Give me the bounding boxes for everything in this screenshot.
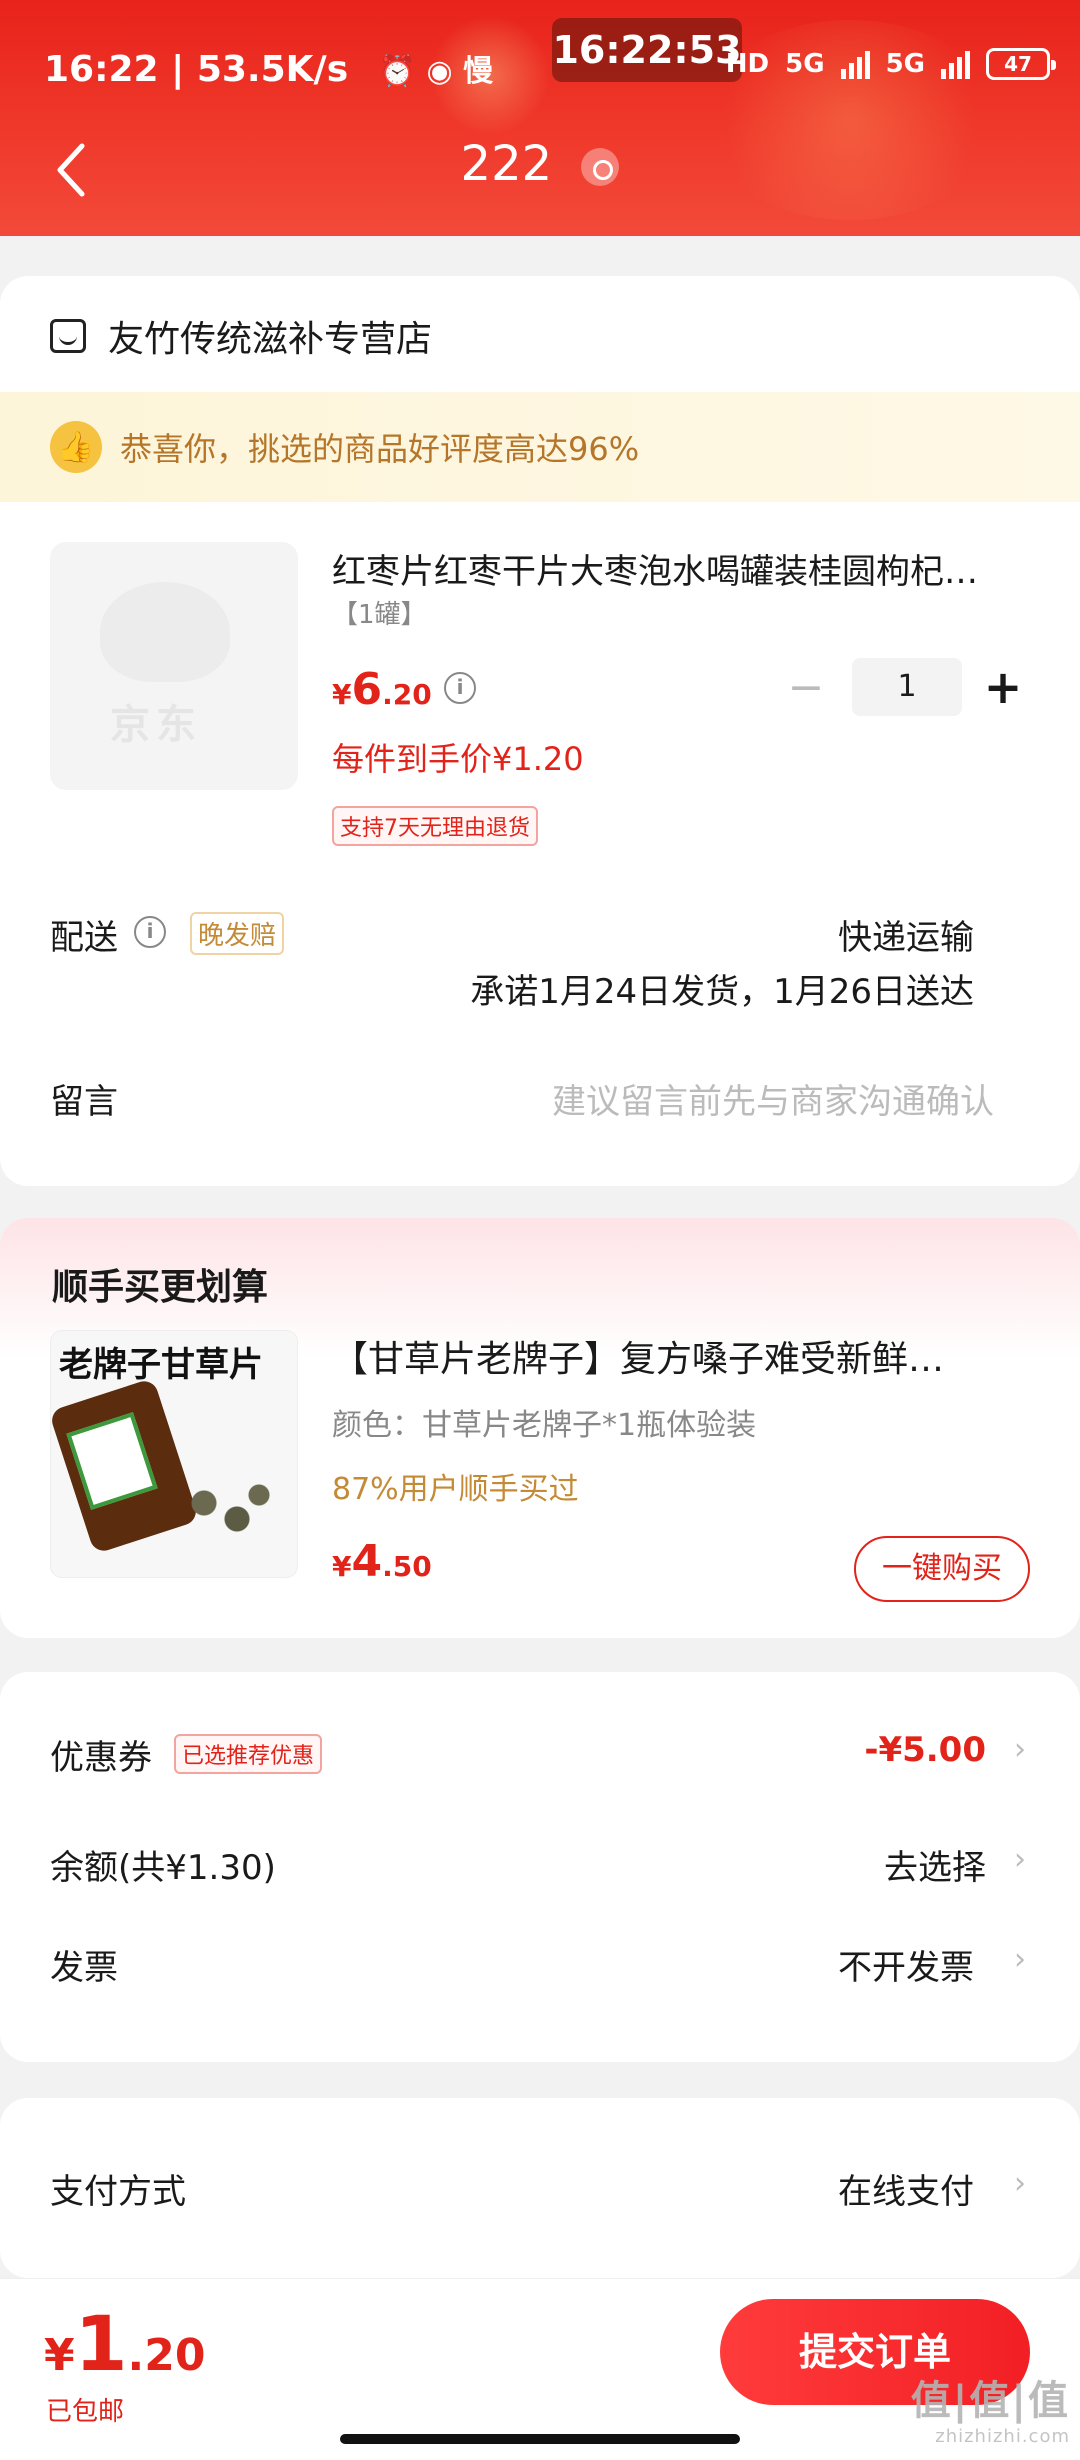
app-icon: ◉ xyxy=(426,54,453,89)
addon-section-title: 顺手买更划算 xyxy=(52,1267,269,1308)
address-text: 222 xyxy=(460,136,553,192)
status-speed: 53.5K/s xyxy=(196,49,349,90)
praise-banner: 👍 恭喜你，挑选的商品好评度高达96% xyxy=(0,392,1080,502)
addon-product-image[interactable]: 老牌子甘草片 xyxy=(50,1330,298,1578)
delivery-method[interactable]: 快递运输 xyxy=(838,910,974,959)
shipping-status: 已包邮 xyxy=(46,2397,125,2427)
hd-label: HD xyxy=(725,49,770,79)
decrease-button[interactable]: − xyxy=(776,662,836,713)
addon-bought-stat: 87%用户顺手买过 xyxy=(332,1472,579,1507)
return-policy-badge: 支持7天无理由退货 xyxy=(332,806,538,846)
increase-button[interactable]: + xyxy=(978,660,1028,714)
watermark-url: zhizhizhi.com xyxy=(935,2426,1070,2447)
addon-image-text: 老牌子甘草片 xyxy=(59,1345,263,1385)
total-price: ¥1.20 xyxy=(44,2299,205,2388)
clock-overlay: 16:22:53 xyxy=(552,18,742,82)
shop-name: 友竹传统滋补专营店 xyxy=(108,319,433,360)
jd-mascot-placeholder xyxy=(100,582,230,682)
battery-icon: 47 xyxy=(986,48,1056,80)
unit-price: 每件到手价¥1.20 xyxy=(332,740,584,778)
total-currency: ¥ xyxy=(44,2330,75,2381)
jd-logo: 京东 xyxy=(110,702,202,748)
chevron-right-icon: › xyxy=(1014,1942,1026,1977)
price-currency: ¥ xyxy=(332,678,352,711)
battery-level: 47 xyxy=(1004,52,1032,76)
address-selector[interactable]: 222 xyxy=(0,136,1080,192)
signal-icon-2 xyxy=(941,49,970,79)
home-indicator[interactable] xyxy=(340,2434,740,2444)
balance-value: 去选择 xyxy=(884,1848,986,1888)
praise-text: 恭喜你，挑选的商品好评度高达96% xyxy=(120,430,640,468)
watermark: 值|值|值 zhizhizhi.com xyxy=(911,2368,1070,2447)
watermark-logo: 值|值|值 xyxy=(910,2378,1070,2424)
addon-color: 颜色：甘草片老牌子*1瓶体验装 xyxy=(332,1408,757,1443)
thumbs-up-icon: 👍 xyxy=(50,421,102,473)
balance-label: 余额(共¥1.30) xyxy=(50,1848,276,1888)
addon-price: ¥4.50 xyxy=(332,1536,432,1587)
addon-card: 顺手买更划算 老牌子甘草片 【甘草片老牌子】复方嗓子难受新鲜… 颜色：甘草片老牌… xyxy=(0,1218,1080,1638)
status-bar-left: 16:22 | 53.5K/s ⏰ ◉ 慢 xyxy=(44,46,493,90)
coupon-label: 优惠券 xyxy=(50,1738,152,1778)
chevron-right-icon: › xyxy=(1014,1732,1026,1767)
pills-graphic xyxy=(171,1471,281,1551)
total-dec: .20 xyxy=(127,2330,206,2381)
status-extra: 慢 xyxy=(463,54,494,89)
shop-row[interactable]: 友竹传统滋补专营店 xyxy=(50,310,432,362)
shop-icon xyxy=(50,319,86,353)
net1-label: 5G xyxy=(785,49,825,79)
addon-price-dec: .50 xyxy=(382,1550,432,1583)
late-compensation-badge: 晚发赔 xyxy=(190,912,285,955)
net2-label: 5G xyxy=(885,49,925,79)
delivery-label: 配送 xyxy=(50,918,118,958)
location-pin-icon xyxy=(581,148,620,186)
payment-card: 支付方式 在线支付 › xyxy=(0,2098,1080,2278)
invoice-label: 发票 xyxy=(50,1948,118,1988)
message-input[interactable]: 建议留言前先与商家沟通确认 xyxy=(552,1074,994,1123)
one-click-buy-button[interactable]: 一键购买 xyxy=(854,1536,1030,1602)
product-image[interactable]: 京东 xyxy=(50,542,298,790)
invoice-value: 不开发票 xyxy=(838,1948,974,1988)
chevron-right-icon: › xyxy=(1014,1842,1026,1877)
status-icons: ⏰ ◉ 慢 xyxy=(379,46,493,90)
header: 16:22 | 53.5K/s ⏰ ◉ 慢 16:22:53 HD 5G 5G … xyxy=(0,0,1080,236)
product-title[interactable]: 红枣片红枣干片大枣泡水喝罐装桂圆枸杞… xyxy=(332,544,1032,593)
alarm-icon: ⏰ xyxy=(378,54,417,89)
status-bar-right: HD 5G 5G 47 xyxy=(725,48,1056,80)
signal-icon xyxy=(840,49,870,79)
addon-price-currency: ¥ xyxy=(332,1550,352,1583)
delivery-info-icon[interactable]: i xyxy=(134,916,166,948)
price-dec: .20 xyxy=(382,678,432,711)
chevron-right-icon: › xyxy=(1014,2166,1026,2201)
quantity-input[interactable]: 1 xyxy=(852,658,962,716)
delivery-promise: 承诺1月24日发货，1月26日送达 xyxy=(470,972,974,1012)
total-int: 1 xyxy=(74,2299,128,2388)
quantity-stepper: − 1 + xyxy=(776,658,1028,716)
nav-bar: 222 xyxy=(0,130,1080,210)
addon-title[interactable]: 【甘草片老牌子】复方嗓子难受新鲜… xyxy=(332,1330,1032,1382)
addon-price-int: 4 xyxy=(351,1536,383,1587)
product-spec: 【1罐】 xyxy=(332,600,427,630)
coupon-value: -¥5.00 xyxy=(864,1730,986,1770)
payment-value: 在线支付 xyxy=(838,2172,974,2212)
price-info-icon[interactable]: i xyxy=(444,672,476,704)
coupon-recommended-badge: 已选推荐优惠 xyxy=(174,1734,323,1774)
product-price: ¥6.20 xyxy=(332,664,432,715)
payment-label: 支付方式 xyxy=(50,2172,186,2212)
message-label: 留言 xyxy=(50,1082,118,1122)
status-time: 16:22 xyxy=(44,49,159,90)
price-int: 6 xyxy=(351,664,383,715)
order-card: 友竹传统滋补专营店 👍 恭喜你，挑选的商品好评度高达96% 京东 红枣片红枣干片… xyxy=(0,276,1080,1186)
discounts-card: 优惠券 已选推荐优惠 -¥5.00 › 余额(共¥1.30) 去选择 › 发票 … xyxy=(0,1672,1080,2062)
